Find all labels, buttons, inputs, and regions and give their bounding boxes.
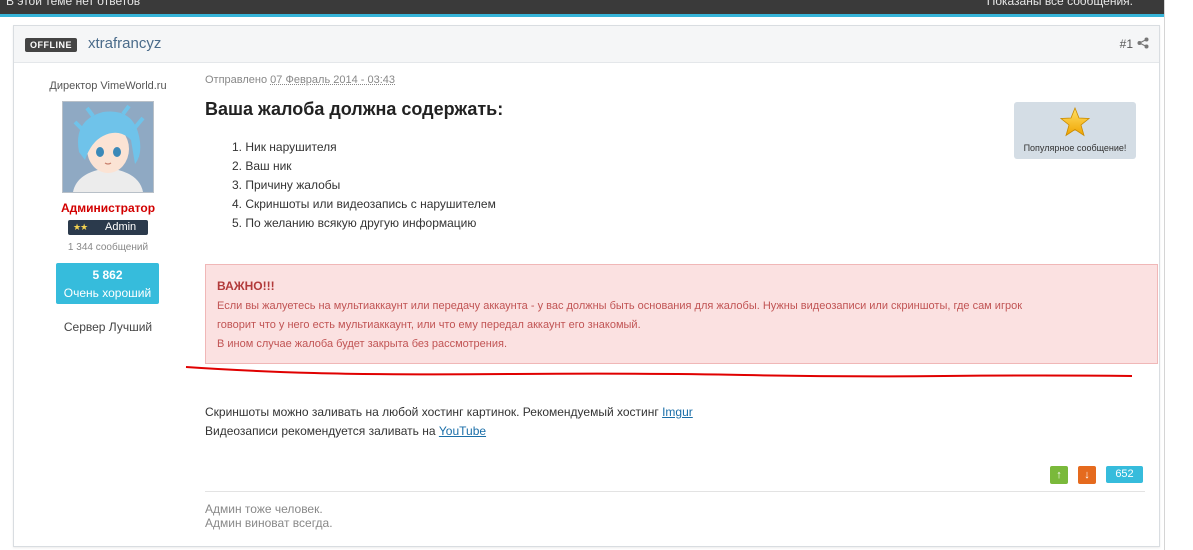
red-underline-annotation bbox=[185, 366, 1133, 378]
youtube-link[interactable]: YouTube bbox=[439, 424, 486, 438]
post-date: Отправлено 07 Февраль 2014 - 03:43 bbox=[205, 74, 395, 86]
post-number-link[interactable]: #1 bbox=[1120, 37, 1133, 51]
notice-line: Если вы жалуетесь на мультиаккаунт или п… bbox=[217, 300, 1023, 312]
list-item: 4. Скриншоты или видеозапись с нарушител… bbox=[232, 197, 496, 211]
list-item: 2. Ваш ник bbox=[232, 159, 292, 173]
notice-title: ВАЖНО!!! bbox=[217, 279, 275, 293]
reputation-label: Очень хороший bbox=[63, 286, 152, 300]
videos-text: Видеозаписи рекомендуется заливать на bbox=[205, 424, 436, 438]
post-heading: Ваша жалоба должна содержать: bbox=[205, 99, 504, 119]
posted-date: 07 Февраль 2014 - 03:43 bbox=[270, 74, 396, 86]
vote-down-button[interactable]: ↓ bbox=[1078, 466, 1096, 484]
avatar[interactable] bbox=[62, 101, 154, 193]
author-username-link[interactable]: xtrafrancyz bbox=[88, 35, 161, 52]
rank-badge: ★★ Admin bbox=[68, 220, 148, 235]
rank-label: Admin bbox=[105, 221, 137, 233]
vote-up-button[interactable]: ↑ bbox=[1050, 466, 1068, 484]
author-title: Директор VimeWorld.ru bbox=[49, 80, 167, 92]
avatar-image bbox=[63, 102, 153, 192]
forum-top-bar: В этой теме нет ответов Показаны все соо… bbox=[0, 0, 1165, 17]
requirements-list: 1. Ник нарушителя 2. Ваш ник 3. Причину … bbox=[232, 138, 496, 233]
reputation-box: 5 862 Очень хороший bbox=[56, 263, 159, 304]
rank-star-icon: ★★ bbox=[73, 222, 88, 232]
user-group: Администратор bbox=[60, 201, 156, 215]
post-count: 1 344 сообщений bbox=[67, 242, 149, 253]
important-notice: ВАЖНО!!! Если вы жалуетесь на мультиакка… bbox=[205, 264, 1158, 364]
signature-divider bbox=[205, 491, 1145, 492]
reputation-value: 5 862 bbox=[92, 268, 123, 282]
posted-prefix: Отправлено bbox=[205, 74, 268, 86]
author-server: Сервер Лучший bbox=[63, 320, 153, 334]
list-item: 3. Причину жалобы bbox=[232, 178, 341, 192]
screenshots-text: Скриншоты можно заливать на любой хостин… bbox=[205, 405, 659, 419]
list-item: 1. Ник нарушителя bbox=[232, 140, 337, 154]
videos-paragraph: Видеозаписи рекомендуется заливать на Yo… bbox=[205, 424, 486, 438]
page-divider bbox=[1164, 0, 1165, 550]
status-badge: OFFLINE bbox=[25, 38, 77, 52]
vote-count-badge[interactable]: 652 bbox=[1106, 466, 1143, 483]
list-item: 5. По желанию всякую другую информацию bbox=[232, 216, 477, 230]
post-header: OFFLINE xtrafrancyz #1 bbox=[14, 26, 1159, 63]
popular-post-label: Популярное сообщение! bbox=[1023, 143, 1127, 153]
forum-post: OFFLINE xtrafrancyz #1 Директор VimeWorl… bbox=[13, 25, 1160, 547]
star-icon bbox=[1060, 107, 1090, 137]
share-icon[interactable] bbox=[1137, 37, 1149, 49]
signature-line: Админ виноват всегда. bbox=[205, 516, 333, 530]
popular-post-badge: Популярное сообщение! bbox=[1014, 102, 1136, 159]
display-mode-text: Показаны все сообщения. bbox=[986, 0, 1133, 8]
notice-line: В ином случае жалоба будет закрыта без р… bbox=[217, 338, 508, 350]
screenshots-paragraph: Скриншоты можно заливать на любой хостин… bbox=[205, 405, 693, 419]
thread-status-text: В этой теме нет ответов bbox=[6, 0, 141, 8]
imgur-link[interactable]: Imgur bbox=[662, 405, 693, 419]
signature-line: Админ тоже человек. bbox=[205, 502, 323, 516]
notice-line: говорит что у него есть мультиаккаунт, и… bbox=[217, 319, 641, 331]
author-info: Директор VimeWorld.ru Администратор ★★ A… bbox=[14, 62, 202, 545]
